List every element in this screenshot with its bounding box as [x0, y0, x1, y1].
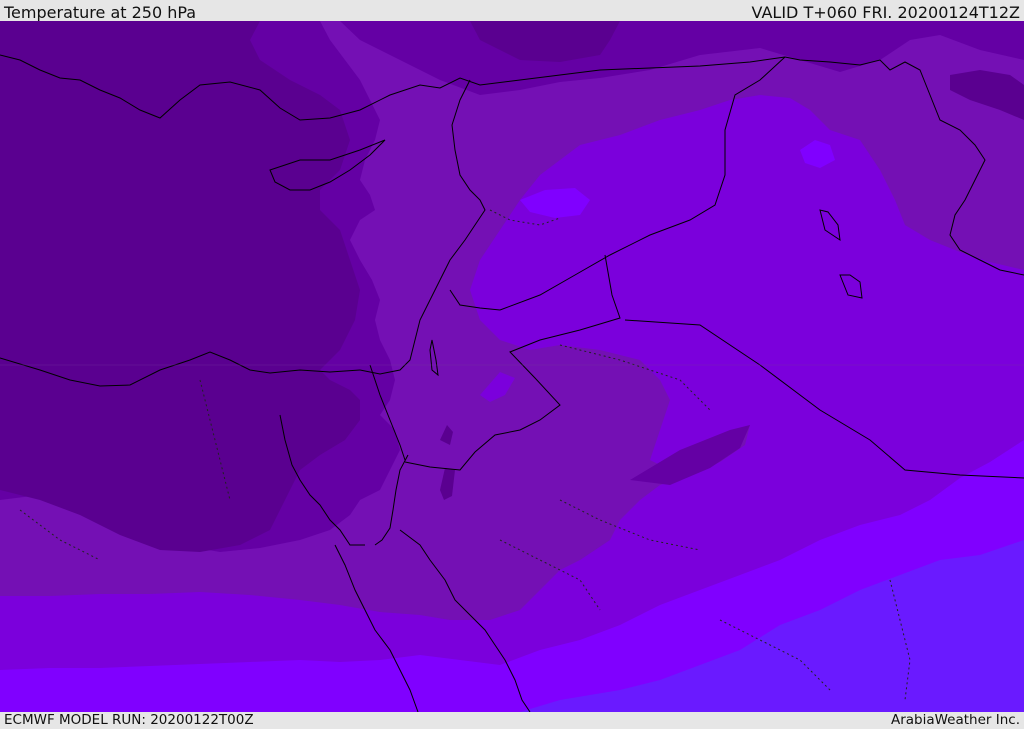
model-run: ECMWF MODEL RUN: 20200122T00Z — [4, 712, 254, 728]
temperature-map-svg — [0, 21, 1024, 712]
weather-map[interactable] — [0, 21, 1024, 712]
valid-time: VALID T+060 FRI. 20200124T12Z — [751, 3, 1020, 22]
header-bar: Temperature at 250 hPa VALID T+060 FRI. … — [0, 0, 1024, 22]
map-title: Temperature at 250 hPa — [4, 3, 197, 22]
credit: ArabiaWeather Inc. — [890, 712, 1020, 728]
footer-bar: ECMWF MODEL RUN: 20200122T00Z ArabiaWeat… — [0, 712, 1024, 729]
